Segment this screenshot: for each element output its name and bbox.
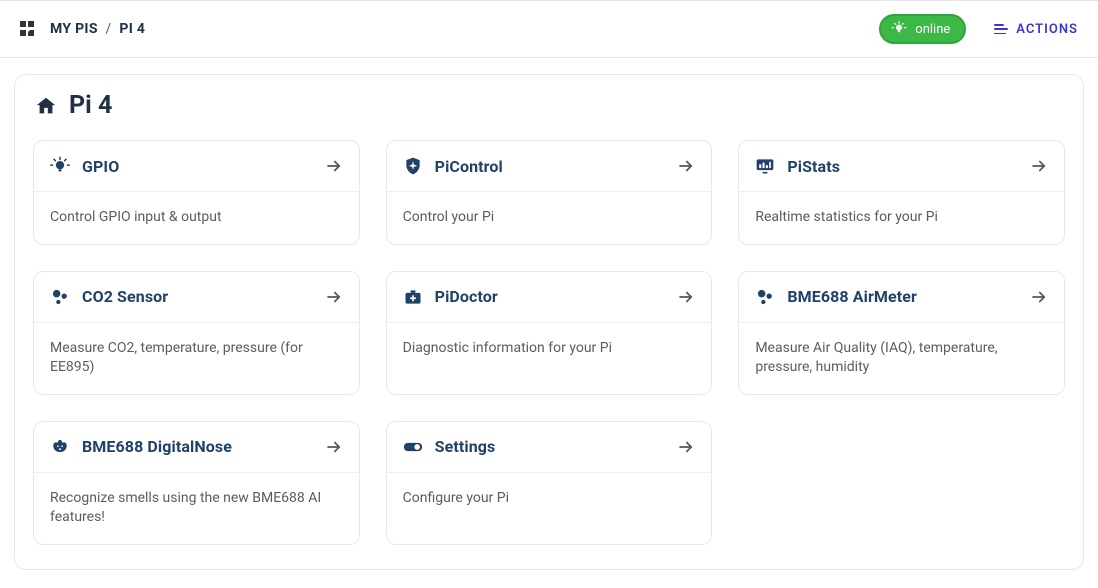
arrow-right-icon [325,438,343,456]
arrow-right-icon [1030,157,1048,175]
card-desc: Realtime statistics for your Pi [739,192,1064,244]
card-desc: Measure Air Quality (IAQ), temperature, … [739,323,1064,394]
arrow-right-icon [677,438,695,456]
breadcrumb-root[interactable]: MY PIS [50,21,98,37]
breadcrumb-separator: / [106,21,112,37]
card-desc: Control your Pi [387,192,712,244]
card-picontrol[interactable]: PiControl Control your Pi [386,140,713,245]
card-desc: Control GPIO input & output [34,192,359,244]
topbar: MY PIS / PI 4 online ACTIONS [0,0,1098,58]
card-pidoctor[interactable]: PiDoctor Diagnostic information for your… [386,271,713,395]
card-desc: Measure CO2, temperature, pressure (for … [34,323,359,394]
card-pistats[interactable]: PiStats Realtime statistics for your Pi [738,140,1065,245]
card-head: GPIO [34,141,359,192]
page-title: Pi 4 [69,91,112,120]
card-title: PiDoctor [435,287,666,306]
arrow-right-icon [677,288,695,306]
dashboard-grid-icon[interactable] [20,21,36,37]
bubbles-icon [50,287,70,307]
card-title: BME688 DigitalNose [82,437,313,456]
card-desc: Configure your Pi [387,473,712,525]
actions-label: ACTIONS [1016,22,1078,37]
card-settings[interactable]: Settings Configure your Pi [386,421,713,545]
card-co2[interactable]: CO2 Sensor Measure CO2, temperature, pre… [33,271,360,395]
main-panel: Pi 4 GPIO Control GPIO input & output [14,74,1084,570]
card-head: PiDoctor [387,272,712,323]
card-head: CO2 Sensor [34,272,359,323]
card-title: PiControl [435,157,666,176]
card-title: GPIO [82,157,313,176]
shield-plane-icon [403,156,423,176]
card-desc: Diagnostic information for your Pi [387,323,712,375]
status-badge[interactable]: online [879,14,966,44]
toggle-icon [403,437,423,457]
bulb-icon [50,156,70,176]
monitor-stats-icon [755,156,775,176]
bubbles-icon [755,287,775,307]
home-icon [35,95,57,117]
menu-lines-icon [994,24,1008,34]
card-gpio[interactable]: GPIO Control GPIO input & output [33,140,360,245]
cards-grid: GPIO Control GPIO input & output PiContr… [33,140,1065,545]
actions-button[interactable]: ACTIONS [994,22,1078,37]
card-head: BME688 DigitalNose [34,422,359,473]
medkit-icon [403,287,423,307]
panel-header: Pi 4 [35,91,1065,120]
card-head: PiStats [739,141,1064,192]
arrow-right-icon [325,157,343,175]
card-title: BME688 AirMeter [787,287,1018,306]
card-title: CO2 Sensor [82,287,313,306]
bulb-icon [891,21,907,37]
card-title: Settings [435,437,666,456]
breadcrumb[interactable]: MY PIS / PI 4 [50,21,145,37]
card-title: PiStats [787,157,1018,176]
card-head: BME688 AirMeter [739,272,1064,323]
card-head: Settings [387,422,712,473]
topbar-left: MY PIS / PI 4 [20,21,145,37]
card-desc: Recognize smells using the new BME688 AI… [34,473,359,544]
arrow-right-icon [325,288,343,306]
breadcrumb-current: PI 4 [119,21,145,37]
topbar-right: online ACTIONS [879,14,1078,44]
arrow-right-icon [677,157,695,175]
arrow-right-icon [1030,288,1048,306]
status-label: online [915,22,950,37]
card-bme688air[interactable]: BME688 AirMeter Measure Air Quality (IAQ… [738,271,1065,395]
dog-icon [50,437,70,457]
card-bme688nose[interactable]: BME688 DigitalNose Recognize smells usin… [33,421,360,545]
card-head: PiControl [387,141,712,192]
